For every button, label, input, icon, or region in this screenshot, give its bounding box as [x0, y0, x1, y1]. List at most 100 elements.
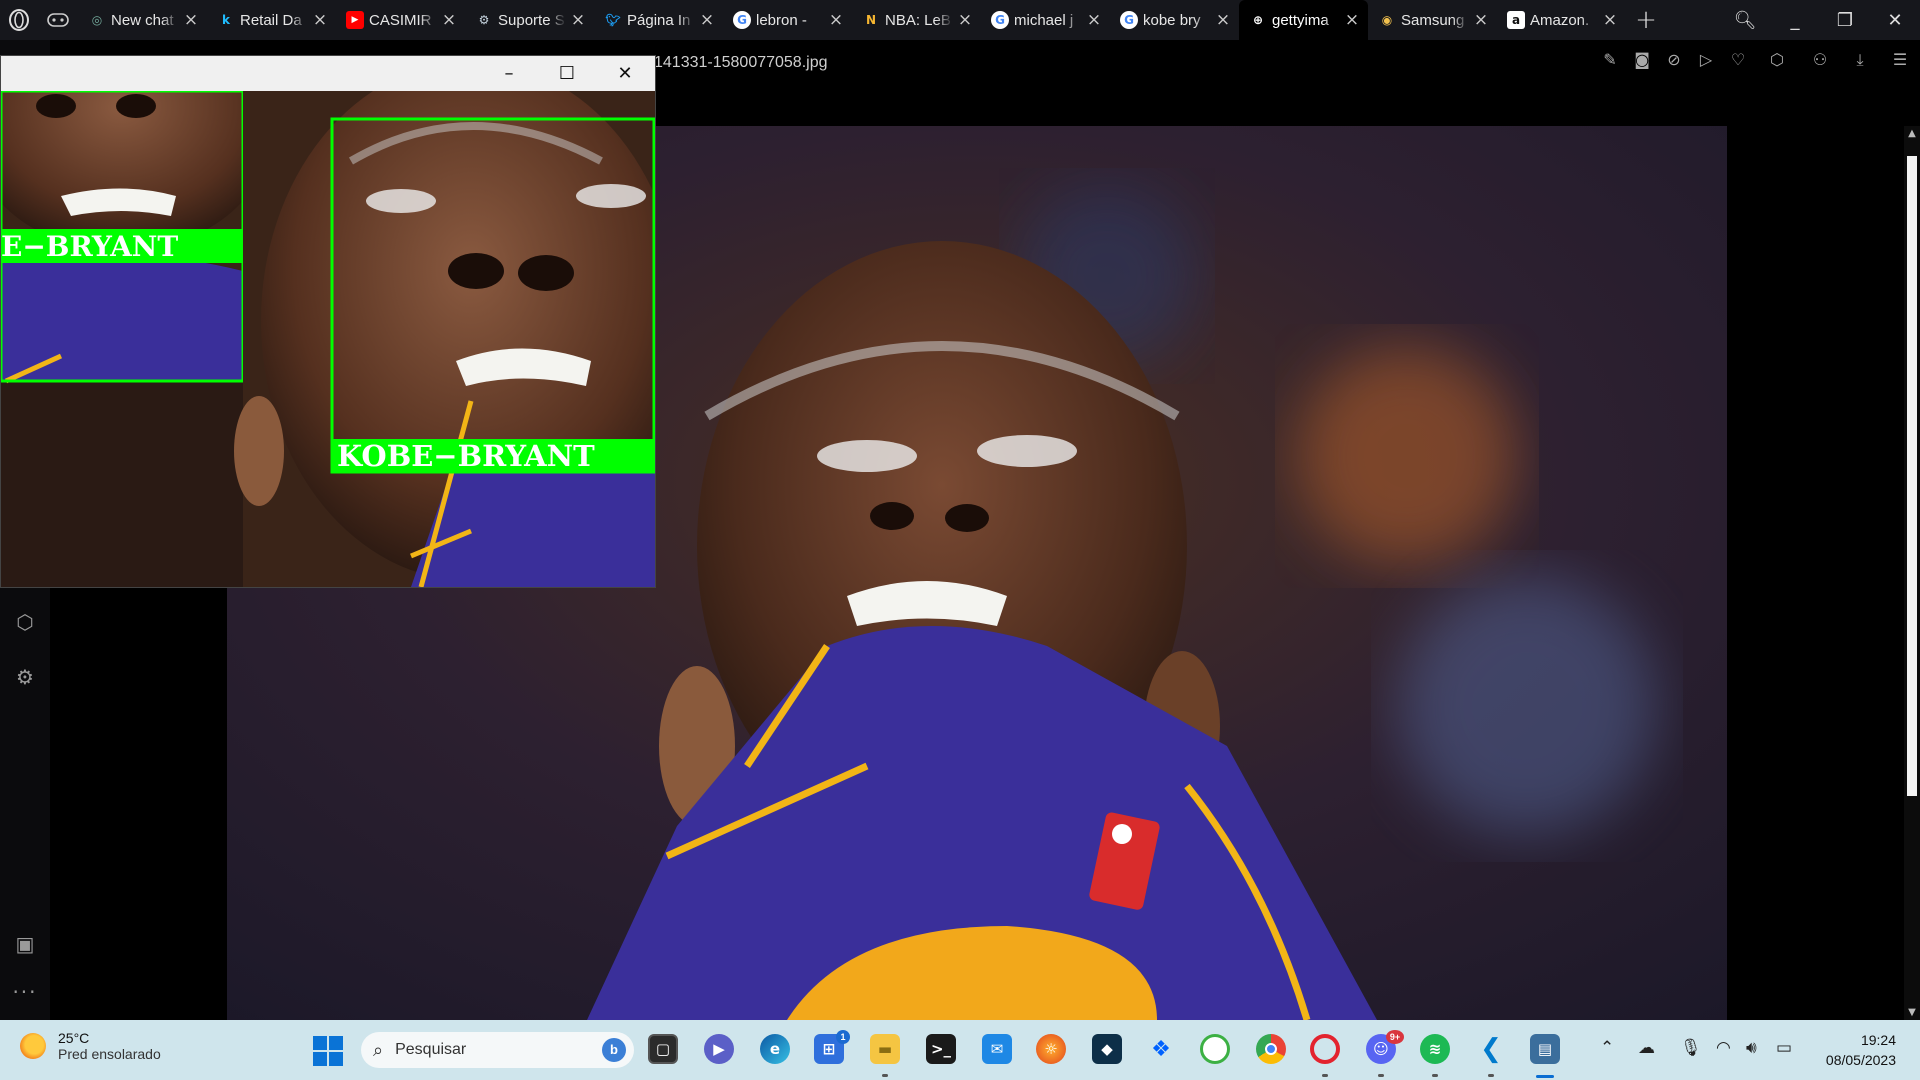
popup-close-button[interactable]: ✕: [605, 60, 645, 88]
weather-description: Pred ensolarado: [58, 1046, 161, 1062]
more-options-icon[interactable]: ···: [0, 980, 50, 1004]
close-tab-icon[interactable]: ×: [699, 10, 715, 30]
close-tab-icon[interactable]: ×: [1602, 10, 1618, 30]
tab-8[interactable]: Gkobe bry ×: [1110, 0, 1239, 40]
profile-icon[interactable]: ⚇: [1800, 50, 1840, 70]
popup-titlebar[interactable]: – ☐ ✕: [1, 56, 655, 91]
windows-start-icon[interactable]: [313, 1036, 343, 1066]
tab-6[interactable]: N NBA: LeB ×: [852, 0, 981, 40]
teams-chat-icon[interactable]: ▶: [704, 1034, 734, 1064]
vertical-scrollbar[interactable]: ▲ ▼: [1904, 126, 1920, 1020]
tab-0[interactable]: ◎ New chat ×: [78, 0, 207, 40]
new-tab-button[interactable]: +: [1626, 0, 1666, 40]
opera-taskbar-icon[interactable]: [1310, 1034, 1340, 1064]
download-icon[interactable]: ⤓: [1840, 50, 1880, 70]
edit-icon[interactable]: ✎: [1594, 50, 1626, 70]
close-tab-icon[interactable]: ×: [1473, 10, 1489, 30]
microphone-icon[interactable]: 🎙︎: [1680, 1038, 1702, 1058]
kaggle-icon: k: [222, 13, 230, 27]
tab-7[interactable]: Gmichael j ×: [981, 0, 1110, 40]
mail-icon[interactable]: ✉: [982, 1034, 1012, 1064]
heart-icon[interactable]: ♡: [1722, 50, 1754, 70]
refresh-app-icon[interactable]: [1200, 1034, 1230, 1064]
tab-title: Samsung: [1401, 11, 1465, 29]
gamepad-icon[interactable]: [38, 0, 78, 40]
battery-icon[interactable]: ▭: [1776, 1038, 1792, 1058]
task-view-icon[interactable]: ▢: [648, 1034, 678, 1064]
dropbox-icon[interactable]: ❖: [1146, 1034, 1176, 1064]
tab-9[interactable]: ⊕ gettyima ×: [1239, 0, 1368, 40]
tab-2[interactable]: ▶ CASIMIR ×: [336, 0, 465, 40]
vscode-icon[interactable]: ❮: [1476, 1034, 1506, 1064]
terminal-icon[interactable]: >_: [926, 1034, 956, 1064]
bookmark-app-icon[interactable]: ◆: [1092, 1034, 1122, 1064]
tab-title: CASIMIR: [369, 11, 432, 29]
scrollbar-thumb[interactable]: [1907, 156, 1917, 796]
close-tab-icon[interactable]: ×: [1344, 10, 1360, 30]
bing-icon[interactable]: b: [602, 1038, 626, 1062]
close-tab-icon[interactable]: ×: [957, 10, 973, 30]
active-app-indicator: [1536, 1075, 1554, 1078]
show-hidden-icons-chevron-icon[interactable]: ⌃: [1600, 1038, 1614, 1058]
tab-4[interactable]: 🐦︎ Página In ×: [594, 0, 723, 40]
tab-1[interactable]: k Retail Da ×: [207, 0, 336, 40]
close-window-button[interactable]: ✕: [1870, 10, 1920, 31]
file-explorer-icon[interactable]: ▬: [870, 1034, 900, 1064]
tab-search-icon[interactable]: 🔍︎: [1720, 10, 1770, 31]
weather-widget[interactable]: 25°C Pred ensolarado: [20, 1030, 161, 1062]
close-tab-icon[interactable]: ×: [312, 10, 328, 30]
clock-date: 08/05/2023: [1825, 1052, 1896, 1068]
chrome-icon[interactable]: [1256, 1034, 1286, 1064]
popup-maximize-button[interactable]: ☐: [547, 60, 587, 88]
close-tab-icon[interactable]: ×: [1086, 10, 1102, 30]
camera-icon[interactable]: ◙: [1626, 50, 1658, 70]
running-indicator: [1378, 1074, 1384, 1077]
python-window-icon[interactable]: ▤: [1530, 1034, 1560, 1064]
image-filename: 141331-1580077058.jpg: [654, 54, 828, 71]
taskbar-search[interactable]: ⌕ Pesquisar b: [361, 1032, 634, 1068]
close-tab-icon[interactable]: ×: [828, 10, 844, 30]
tab-5[interactable]: Glebron - ×: [723, 0, 852, 40]
block-icon[interactable]: ⊘: [1658, 50, 1690, 70]
close-tab-icon[interactable]: ×: [1215, 10, 1231, 30]
close-tab-icon[interactable]: ×: [183, 10, 199, 30]
wifi-icon[interactable]: ◠: [1716, 1038, 1731, 1058]
face-label: KOBE−BRYANT: [337, 439, 595, 473]
tab-title: Suporte S: [498, 11, 565, 29]
close-tab-icon[interactable]: ×: [441, 10, 457, 30]
cube-icon[interactable]: ⬡: [0, 610, 50, 634]
popup-image: E−BRYANT KOBE−BRYANT: [1, 91, 655, 587]
system-clock[interactable]: 19:24 08/05/2023: [1826, 1030, 1896, 1070]
volume-icon[interactable]: 🔊︎: [1746, 1038, 1757, 1058]
tab-title: gettyima: [1272, 11, 1329, 29]
minimize-button[interactable]: _: [1770, 10, 1820, 31]
edge-browser-icon[interactable]: e: [760, 1034, 790, 1064]
tab-10[interactable]: ◉ Samsung ×: [1368, 0, 1497, 40]
face-detection-window: – ☐ ✕ E−BRYANT KOBE−BRYANT: [0, 55, 656, 588]
tab-3[interactable]: ⚙ Suporte S ×: [465, 0, 594, 40]
extensions-cube-icon[interactable]: ⬡: [1754, 50, 1800, 70]
firefox-icon[interactable]: ☼: [1036, 1034, 1066, 1064]
popup-minimize-button[interactable]: –: [489, 60, 529, 88]
scroll-down-arrow-icon[interactable]: ▼: [1904, 1007, 1920, 1018]
tab-11[interactable]: a Amazon. ×: [1497, 0, 1626, 40]
store-badge: 1: [836, 1030, 850, 1044]
close-tab-icon[interactable]: ×: [570, 10, 586, 30]
tab-title: Amazon.: [1530, 11, 1590, 29]
restore-button[interactable]: ❐: [1820, 10, 1870, 31]
tab-title: kobe bry: [1143, 11, 1201, 29]
settings-gear-icon[interactable]: ⚙: [0, 665, 50, 689]
opera-logo-icon[interactable]: [0, 0, 38, 40]
scroll-up-arrow-icon[interactable]: ▲: [1904, 128, 1920, 139]
youtube-icon: ▶: [346, 11, 364, 29]
onedrive-cloud-icon[interactable]: ☁: [1638, 1038, 1655, 1058]
spotify-icon[interactable]: ≋: [1420, 1034, 1450, 1064]
tab-title: lebron -: [756, 11, 807, 29]
easy-setup-icon[interactable]: ☰: [1880, 50, 1920, 70]
windows-taskbar: 25°C Pred ensolarado ⌕ Pesquisar b ▢ ▶ e…: [0, 1020, 1920, 1080]
gallery-icon[interactable]: ▣: [0, 932, 50, 956]
google-icon: G: [1120, 11, 1138, 29]
chatgpt-icon: ◎: [91, 13, 103, 27]
send-icon[interactable]: ▷: [1690, 50, 1722, 70]
discord-badge: 9+: [1386, 1030, 1404, 1044]
